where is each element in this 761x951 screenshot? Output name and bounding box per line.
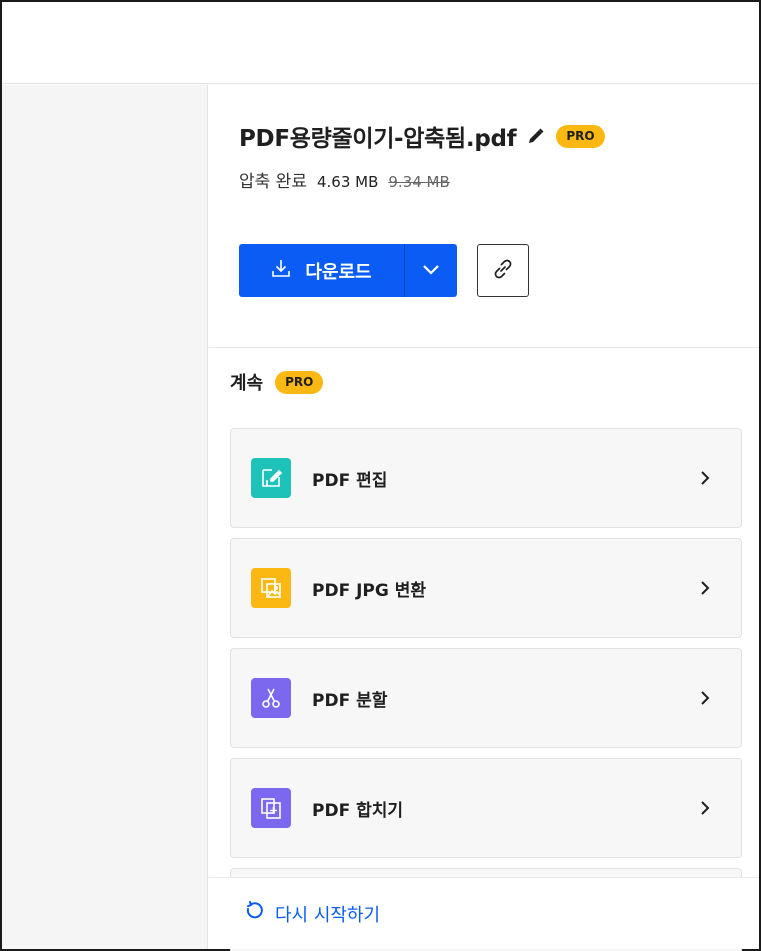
compression-meta: 압축 완료 4.63 MB 9.34 MB xyxy=(239,167,739,192)
tool-pdf-to-jpg[interactable]: PDF JPG 변환 xyxy=(230,538,742,638)
divider xyxy=(209,347,759,348)
pro-badge: PRO xyxy=(275,370,324,394)
tool-label: PDF 분할 xyxy=(312,690,388,711)
action-row: 다운로드 xyxy=(239,244,529,297)
pencil-icon[interactable] xyxy=(526,126,546,146)
bottom-bar: 다시 시작하기 xyxy=(209,877,759,949)
new-size: 4.63 MB xyxy=(316,173,379,191)
restart-label: 다시 시작하기 xyxy=(275,904,381,926)
file-header: PDF용량줄이기-압축됨.pdf PRO 압축 완료 4.63 MB 9.34 … xyxy=(239,119,739,192)
top-bar xyxy=(2,2,759,84)
restart-icon xyxy=(243,900,265,927)
file-name: PDF용량줄이기-압축됨.pdf xyxy=(239,126,517,152)
download-main[interactable]: 다운로드 xyxy=(239,244,404,297)
chevron-right-icon xyxy=(697,580,713,596)
pro-badge: PRO xyxy=(556,124,605,148)
tool-merge-pdf[interactable]: PDF 합치기 xyxy=(230,758,742,858)
download-options-button[interactable] xyxy=(404,244,457,297)
status-text: 압축 완료 xyxy=(239,172,307,192)
chevron-right-icon xyxy=(697,690,713,706)
download-icon xyxy=(271,258,291,283)
tool-label: PDF 편집 xyxy=(312,470,388,491)
scissors-icon xyxy=(251,678,291,718)
continue-header: 계속 PRO xyxy=(230,369,324,395)
tool-list: PDF 편집 PDF JPG 변환 PDF 분할 PDF 합치기 xyxy=(230,428,742,951)
merge-icon xyxy=(251,788,291,828)
edit-icon xyxy=(251,458,291,498)
tool-label: PDF JPG 변환 xyxy=(312,580,427,601)
copy-link-button[interactable] xyxy=(477,244,529,297)
download-label: 다운로드 xyxy=(305,261,372,283)
left-sidebar xyxy=(2,85,208,949)
tool-label: PDF 합치기 xyxy=(312,800,404,821)
chevron-down-icon xyxy=(422,261,440,280)
tool-edit-pdf[interactable]: PDF 편집 xyxy=(230,428,742,528)
result-panel: PDF용량줄이기-압축됨.pdf PRO 압축 완료 4.63 MB 9.34 … xyxy=(209,85,759,951)
download-button[interactable]: 다운로드 xyxy=(239,244,457,297)
old-size: 9.34 MB xyxy=(388,173,450,191)
continue-label: 계속 xyxy=(230,373,264,394)
image-icon xyxy=(251,568,291,608)
chevron-right-icon xyxy=(697,470,713,486)
tool-split-pdf[interactable]: PDF 분할 xyxy=(230,648,742,748)
chevron-right-icon xyxy=(697,800,713,816)
link-icon xyxy=(490,256,516,286)
restart-link[interactable]: 다시 시작하기 xyxy=(243,900,380,927)
